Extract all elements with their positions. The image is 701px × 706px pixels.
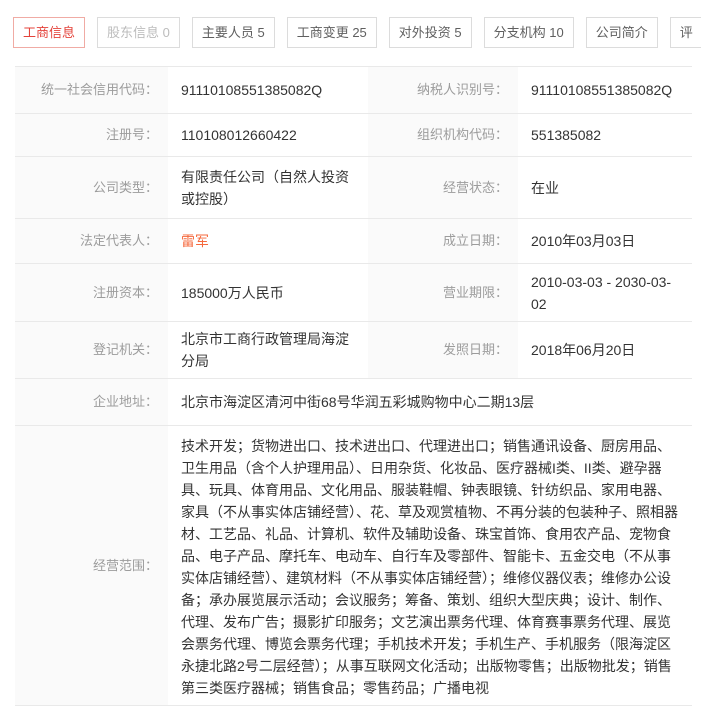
- legal-representative-label: 法定代表人：: [15, 219, 168, 263]
- registration-authority-value: 北京市工商行政管理局海淀分局: [181, 331, 349, 369]
- tab-business-changes[interactable]: 工商变更 25: [286, 17, 377, 48]
- credit-code-value: 91110108551385082Q: [181, 82, 323, 98]
- registered-capital-value: 185000万人民币: [181, 284, 284, 301]
- company-type-label: 公司类型：: [15, 157, 168, 218]
- legal-representative-link[interactable]: 雷军: [181, 230, 209, 252]
- tab-reviews[interactable]: 评: [669, 17, 701, 48]
- table-row: 经营范围： 技术开发；货物进出口、技术进出口、代理进出口；销售通讯设备、厨房用品…: [15, 426, 692, 706]
- operating-status-label: 经营状态：: [368, 157, 518, 218]
- tab-company-profile[interactable]: 公司简介: [585, 17, 658, 48]
- registered-capital-label: 注册资本：: [15, 264, 168, 321]
- table-row: 法定代表人： 雷军 成立日期： 2010年03月03日: [15, 219, 692, 264]
- company-address-label: 企业地址：: [15, 379, 168, 425]
- table-row: 登记机关： 北京市工商行政管理局海淀分局 发照日期： 2018年06月20日: [15, 322, 692, 379]
- org-code-label: 组织机构代码：: [368, 114, 518, 156]
- tab-outbound-investment[interactable]: 对外投资 5: [388, 17, 472, 48]
- tab-key-personnel[interactable]: 主要人员 5: [191, 17, 275, 48]
- registration-number-label: 注册号：: [15, 114, 168, 156]
- business-term-value: 2010-03-03 - 2030-03-02: [531, 273, 672, 312]
- operating-status-value: 在业: [531, 179, 559, 196]
- taxpayer-id-label: 纳税人识别号：: [368, 67, 518, 113]
- tab-bar: 工商信息 股东信息 0 主要人员 5 工商变更 25 对外投资 5 分支机构 1…: [0, 0, 701, 48]
- taxpayer-id-value: 91110108551385082Q: [531, 82, 673, 98]
- business-scope-value: 技术开发；货物进出口、技术进出口、代理进出口；销售通讯设备、厨房用品、卫生用品（…: [181, 438, 678, 696]
- org-code-value: 551385082: [531, 127, 602, 143]
- company-address-value: 北京市海淀区清河中街68号华润五彩城购物中心二期13层: [181, 394, 535, 410]
- business-scope-label: 经营范围：: [15, 426, 168, 705]
- company-type-value: 有限责任公司（自然人投资或控股）: [181, 168, 349, 207]
- table-row: 注册资本： 185000万人民币 营业期限： 2010-03-03 - 2030…: [15, 264, 692, 322]
- table-row: 注册号： 110108012660422 组织机构代码： 551385082: [15, 114, 692, 157]
- license-date-value: 2018年06月20日: [531, 342, 636, 358]
- business-info-table: 统一社会信用代码： 91110108551385082Q 纳税人识别号： 911…: [15, 66, 692, 706]
- table-row: 企业地址： 北京市海淀区清河中街68号华润五彩城购物中心二期13层: [15, 379, 692, 426]
- tab-business-info[interactable]: 工商信息: [13, 17, 86, 48]
- credit-code-label: 统一社会信用代码：: [15, 67, 168, 113]
- establishment-date-value: 2010年03月03日: [531, 233, 636, 249]
- business-term-label: 营业期限：: [368, 264, 518, 321]
- table-row: 统一社会信用代码： 91110108551385082Q 纳税人识别号： 911…: [15, 67, 692, 114]
- registration-number-value: 110108012660422: [181, 127, 297, 143]
- tab-shareholders[interactable]: 股东信息 0: [97, 17, 180, 48]
- license-date-label: 发照日期：: [368, 322, 518, 378]
- table-row: 公司类型： 有限责任公司（自然人投资或控股） 经营状态： 在业: [15, 157, 692, 219]
- legal-representative-cell: 雷军: [168, 219, 368, 263]
- registration-authority-label: 登记机关：: [15, 322, 168, 378]
- tab-branches[interactable]: 分支机构 10: [483, 17, 574, 48]
- establishment-date-label: 成立日期：: [368, 219, 518, 263]
